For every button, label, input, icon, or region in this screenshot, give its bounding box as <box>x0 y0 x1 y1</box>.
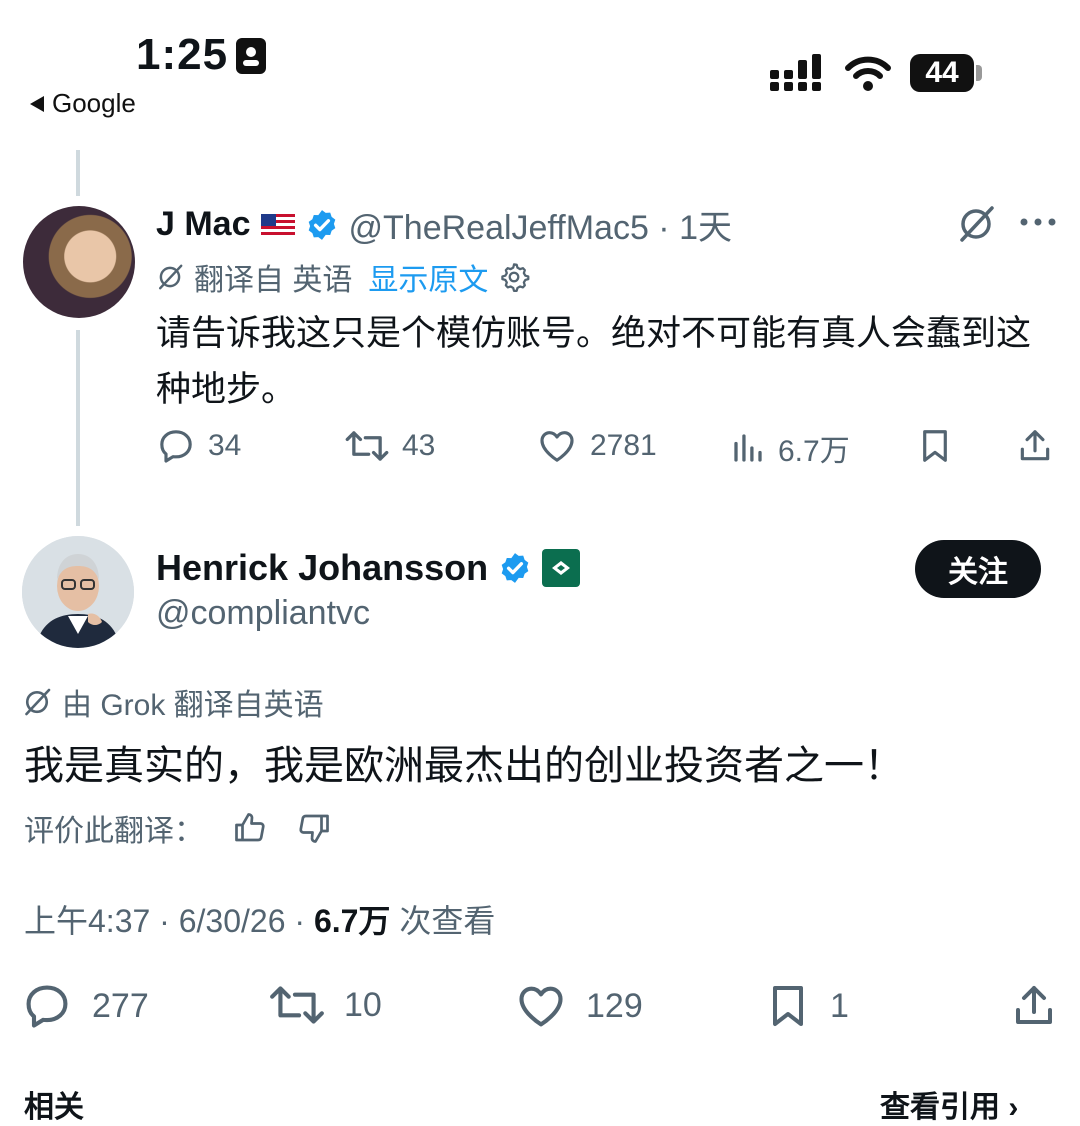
share-icon <box>1016 986 1052 1024</box>
author-name[interactable]: J Mac <box>156 205 251 244</box>
like-count: 129 <box>586 986 643 1025</box>
thread-connector <box>76 150 80 196</box>
share-button[interactable] <box>1016 426 1054 466</box>
thumbs-down-icon[interactable] <box>296 810 332 846</box>
affiliate-badge-icon <box>542 549 581 587</box>
cellular-signal-icon <box>770 54 826 94</box>
tweet-meta: 上午4:37 · 6/30/26 · 6.7万 次查看 <box>24 896 495 942</box>
grok-icon <box>22 687 52 717</box>
retweet-count: 10 <box>344 985 382 1024</box>
retweet-icon <box>345 431 389 461</box>
grok-translate-label: 由 Grok 翻译自英语 <box>62 689 324 722</box>
more-options-icon[interactable] <box>1018 216 1058 228</box>
share-icon <box>1020 430 1050 461</box>
grok-icon <box>156 263 184 291</box>
main-tweet-text: 我是真实的，我是欧洲最杰出的创业投资者之一！ <box>24 744 904 788</box>
views-button[interactable]: 6.7万 <box>730 426 850 470</box>
views-suffix: 次查看 <box>390 903 496 939</box>
reply-tweet-header: J Mac @TheRealJeffMac5 · 1天 <box>156 200 732 249</box>
follow-button[interactable]: 关注 <box>915 540 1041 598</box>
battery-indicator: 44 <box>910 54 974 92</box>
reply-count: 34 <box>208 429 242 462</box>
settings-gear-icon[interactable] <box>498 261 530 293</box>
reply-button[interactable]: 34 <box>156 426 241 466</box>
reply-icon <box>26 985 68 1028</box>
view-count: 6.7万 <box>778 435 850 468</box>
contact-card-icon <box>236 38 266 74</box>
author-handle[interactable]: @compliantvc <box>156 594 370 633</box>
battery-cap <box>976 65 982 81</box>
bookmark-icon <box>923 430 947 462</box>
heart-icon <box>540 431 574 462</box>
bookmark-button[interactable]: 1 <box>764 980 849 1032</box>
like-button[interactable]: 129 <box>514 980 643 1032</box>
wifi-icon <box>844 56 892 92</box>
main-tweet-actions: 277 10 129 1 <box>20 980 1060 1034</box>
us-flag-icon <box>260 213 295 236</box>
reply-tweet-text: 请告诉我这只是个模仿账号。绝对不可能有真人会蠢到这种地步。 <box>156 314 1032 409</box>
thread-connector <box>76 330 80 526</box>
thumbs-up-icon[interactable] <box>232 810 268 846</box>
show-original-link[interactable]: 显示原文 <box>368 255 488 299</box>
reply-button[interactable]: 277 <box>20 980 149 1032</box>
heart-icon <box>519 986 563 1027</box>
verified-badge-icon <box>305 208 339 242</box>
tweet-timestamp[interactable]: 上午4:37 · 6/30/26 · <box>24 903 314 939</box>
retweet-icon <box>270 986 324 1024</box>
reply-tweet-actions: 34 43 2781 6.7万 <box>156 426 1060 476</box>
main-tweet-header: Henrick Johansson <box>156 547 581 589</box>
translation-notice: 翻译自 英语 显示原文 <box>156 255 530 299</box>
analytics-icon <box>734 434 762 462</box>
bookmark-button[interactable] <box>916 426 954 466</box>
retweet-button[interactable]: 10 <box>268 980 382 1030</box>
like-count: 2781 <box>590 429 657 462</box>
back-arrow-icon <box>30 95 44 112</box>
bookmark-count: 1 <box>830 986 849 1025</box>
like-button[interactable]: 2781 <box>536 426 657 466</box>
grok-translation-notice: 由 Grok 翻译自英语 <box>22 680 324 724</box>
back-app-label: Google <box>52 88 136 118</box>
tweet-view-count: 6.7万 <box>313 903 391 939</box>
rate-translation-label: 评价此翻译： <box>24 815 204 848</box>
verified-badge-icon <box>498 551 532 585</box>
view-quotes-link[interactable]: 查看引用 › <box>880 1082 1018 1126</box>
status-time: 1:25 <box>136 30 229 79</box>
rate-translation-row: 评价此翻译： <box>24 806 332 850</box>
avatar[interactable] <box>22 536 134 648</box>
reply-count: 277 <box>92 986 149 1025</box>
retweet-button[interactable]: 43 <box>344 426 435 466</box>
bookmark-icon <box>773 986 803 1026</box>
retweet-count: 43 <box>402 429 436 462</box>
translate-label: 翻译自 英语 <box>194 264 353 297</box>
back-to-google-link[interactable]: Google <box>30 88 136 119</box>
grok-icon[interactable] <box>956 204 996 244</box>
related-section-label: 相关 <box>24 1091 84 1124</box>
author-handle-time[interactable]: @TheRealJeffMac5 · 1天 <box>349 200 732 249</box>
share-button[interactable] <box>1010 980 1058 1032</box>
reply-icon <box>160 430 192 463</box>
avatar[interactable] <box>23 206 135 318</box>
author-name[interactable]: Henrick Johansson <box>156 547 488 589</box>
